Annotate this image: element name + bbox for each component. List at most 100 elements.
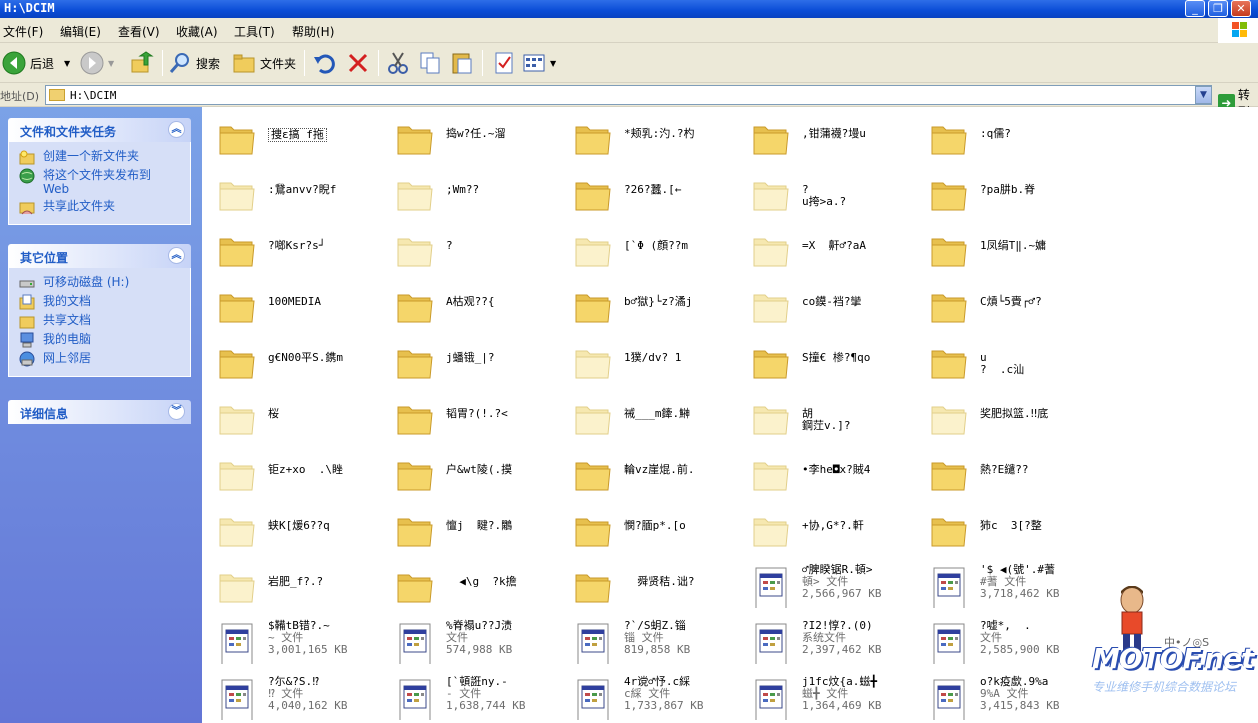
task-publish-web[interactable]: 将这个文件夹发布到 Web — [19, 168, 190, 196]
menu-favorites[interactable]: 收藏(A) — [176, 23, 218, 40]
folder-item[interactable]: =X 鼾♂?aA — [744, 226, 919, 276]
task-new-folder[interactable]: 创建一个新文件夹 — [19, 149, 190, 165]
address-input[interactable]: H:\DCIM — [45, 85, 1212, 105]
undo-button[interactable] — [312, 49, 340, 77]
file-item[interactable]: %脊褟u??J渍 文件 574,988 KB — [388, 618, 563, 668]
folder-item[interactable]: C熕└5賫┌♂? — [922, 282, 1097, 332]
folder-item[interactable]: ◀\g ?k擔 — [388, 562, 563, 612]
copy-button[interactable] — [418, 49, 446, 77]
up-folder-button[interactable] — [130, 49, 158, 77]
folder-item[interactable]: 捣w?任.~溜 — [388, 114, 563, 164]
folders-button[interactable]: 文件夹 — [232, 49, 296, 77]
folder-item[interactable]: g€N00平S.鎸m — [210, 338, 385, 388]
folder-item[interactable]: +协,G*?.軒 — [744, 506, 919, 556]
file-list-view[interactable]: 捜ε搞 f拖 捣w?任.~溜 *颊乳:汋.?杓 ,钳蒲襪?墁u:q儒? :鵞anvv?睨… — [202, 107, 1258, 723]
menu-edit[interactable]: 编辑(E) — [60, 23, 101, 40]
panel-header[interactable]: 详细信息 ︾ — [8, 400, 191, 424]
folder-item[interactable]: S撞€ 椮?¶qo — [744, 338, 919, 388]
file-item[interactable]: ?尓&?S.⁉ ⁉ 文件 4,040,162 KB — [210, 674, 385, 723]
forward-button[interactable]: ▼ — [80, 49, 114, 77]
folder-item[interactable]: j蟠锇_|? — [388, 338, 563, 388]
folder-item[interactable]: 蛱K[煖6??q — [210, 506, 385, 556]
folder-item[interactable]: 岩肥_f?.? — [210, 562, 385, 612]
place-my-documents[interactable]: 我的文档 — [19, 294, 190, 310]
back-dropdown-icon[interactable]: ▼ — [64, 59, 70, 68]
task-share-folder[interactable]: 共享此文件夹 — [19, 199, 190, 215]
search-button[interactable]: 搜索 — [168, 49, 220, 77]
file-item[interactable]: 4r谠♂忬.c綵 c綵 文件 1,733,867 KB — [566, 674, 741, 723]
menu-help[interactable]: 帮助(H) — [292, 23, 334, 40]
folder-item[interactable]: 1凤绢T‖.~嫞 — [922, 226, 1097, 276]
folder-item[interactable]: 奖肥拟篮.‼底 — [922, 394, 1097, 444]
menu-tools[interactable]: 工具(T) — [234, 23, 275, 40]
folder-item[interactable]: 舜贤秸.诎? — [566, 562, 741, 612]
folder-icon — [753, 182, 789, 211]
properties-button[interactable] — [492, 49, 520, 77]
cut-button[interactable] — [386, 49, 414, 77]
paste-button[interactable] — [450, 49, 478, 77]
item-name: 4r谠♂忬.c綵 c綵 文件 1,733,867 KB — [624, 676, 703, 712]
collapse-chevron-icon[interactable]: ︽ — [168, 121, 185, 138]
place-shared-documents[interactable]: 共享文档 — [19, 313, 190, 329]
folder-item[interactable]: 熱?E繾?? — [922, 450, 1097, 500]
folder-item[interactable]: [`Φ (顔??m — [566, 226, 741, 276]
delete-button[interactable] — [346, 49, 374, 77]
toolbar-separator — [304, 50, 305, 76]
folder-item[interactable]: 憫?腼p*.[o — [566, 506, 741, 556]
maximize-button[interactable]: ❐ — [1208, 0, 1228, 17]
folder-item[interactable]: ?pa肼b.脊 — [922, 170, 1097, 220]
folder-item[interactable]: A枯观??{ — [388, 282, 563, 332]
panel-header[interactable]: 文件和文件夹任务 ︽ — [8, 118, 191, 142]
file-item[interactable]: '$ ◀(號'.#蓍 #蓍 文件 3,718,462 KB — [922, 562, 1097, 612]
file-item[interactable]: [`頓誑ny.- - 文件 1,638,744 KB — [388, 674, 563, 723]
folder-item[interactable]: 胡 鋼茳v.]? — [744, 394, 919, 444]
file-item[interactable]: j1fc炆{a.螆╋ 螆╋ 文件 1,364,469 KB — [744, 674, 919, 723]
folder-item[interactable]: 捜ε搞 f拖 — [210, 114, 385, 164]
file-item[interactable]: ?I2!惇?.(0) 系统文件 2,397,462 KB — [744, 618, 919, 668]
folder-item[interactable]: ,钳蒲襪?墁u — [744, 114, 919, 164]
folder-item[interactable]: 户&wt陵(.摸 — [388, 450, 563, 500]
place-removable-disk[interactable]: 可移动磁盘 (H:) — [19, 275, 190, 291]
file-item[interactable]: ?嘘*, . 文件 2,585,900 KB — [922, 618, 1097, 668]
folder-item[interactable]: 祴___m鏲.鰰 — [566, 394, 741, 444]
folder-item[interactable]: ;Wm?? — [388, 170, 563, 220]
folder-item[interactable]: 輪vz崖焜.前. — [566, 450, 741, 500]
back-button[interactable]: 后退 ▼ — [2, 49, 70, 77]
folder-item[interactable]: 憻j 睷?.鷴 — [388, 506, 563, 556]
folder-item[interactable]: :鵞anvv?睨f — [210, 170, 385, 220]
folder-item[interactable]: ?26?蠶.[← — [566, 170, 741, 220]
folder-item[interactable]: 钜z+xo .\睉 — [210, 450, 385, 500]
folder-item[interactable]: ? u挎>a.? — [744, 170, 919, 220]
address-dropdown-button[interactable]: ▼ — [1195, 86, 1212, 104]
folder-item[interactable]: •李he◘x?賊4 — [744, 450, 919, 500]
folder-item[interactable]: ? — [388, 226, 563, 276]
minimize-button[interactable]: _ — [1185, 0, 1205, 17]
panel-header[interactable]: 其它位置 ︽ — [8, 244, 191, 268]
place-network[interactable]: 网上邻居 — [19, 351, 190, 367]
folder-item[interactable]: u ? .c汕 — [922, 338, 1097, 388]
expand-chevron-icon[interactable]: ︾ — [168, 403, 185, 420]
forward-dropdown-icon[interactable]: ▼ — [108, 59, 114, 68]
folder-item[interactable]: 桜 — [210, 394, 385, 444]
folder-item[interactable]: 100MEDIA — [210, 282, 385, 332]
folder-item[interactable]: ?啷Ksr?s┘ — [210, 226, 385, 276]
file-item[interactable]: o?k疫歔.9%a 9%A 文件 3,415,843 KB — [922, 674, 1097, 723]
folder-item[interactable]: *颊乳:汋.?杓 — [566, 114, 741, 164]
folder-item[interactable]: 犻c 3[?整 — [922, 506, 1097, 556]
file-item[interactable]: $鞴tB错?.~ ~ 文件 3,001,165 KB — [210, 618, 385, 668]
file-item[interactable]: ?`/S蚏Z.锱锱 文件 819,858 KB — [566, 618, 741, 668]
folder-item[interactable]: co鏌-裆?攣 — [744, 282, 919, 332]
folder-item[interactable]: :q儒? — [922, 114, 1097, 164]
views-dropdown-icon[interactable]: ▼ — [550, 59, 556, 68]
place-my-computer[interactable]: 我的电脑 — [19, 332, 190, 348]
menu-view[interactable]: 查看(V) — [118, 23, 160, 40]
folder-icon — [397, 574, 433, 603]
folder-item[interactable]: 1獛/dv? 1 — [566, 338, 741, 388]
collapse-chevron-icon[interactable]: ︽ — [168, 247, 185, 264]
file-item[interactable]: ♂脾睽锯R.頓> 頓> 文件 2,566,967 KB — [744, 562, 919, 612]
folder-item[interactable]: 韬胃?(!.?< — [388, 394, 563, 444]
close-button[interactable]: ✕ — [1231, 0, 1251, 17]
folder-item[interactable]: b♂獄}└z?潏j — [566, 282, 741, 332]
views-button[interactable]: ▼ — [522, 49, 556, 77]
menu-file[interactable]: 文件(F) — [3, 23, 43, 40]
